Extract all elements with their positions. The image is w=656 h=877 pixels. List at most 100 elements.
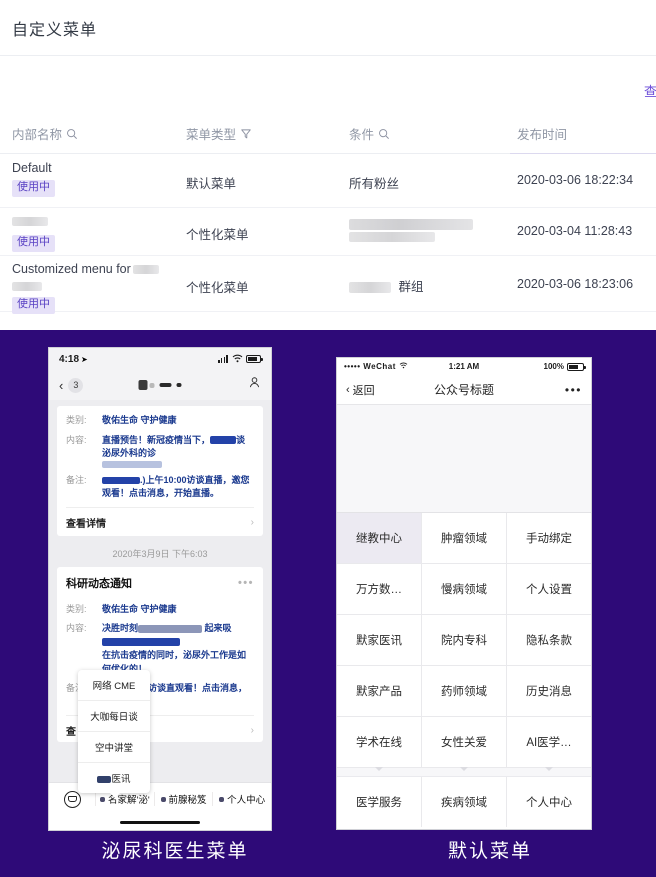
menu-cell[interactable]: 个人中心 [506,777,591,827]
menu-cell[interactable]: 医学服务 [337,777,421,827]
cell-condition [349,219,473,242]
filter-icon[interactable] [240,128,252,140]
message-card-1[interactable]: 类别: 敬佑生命 守护健康 内容: 直播预告！新冠疫情当下，谈泌尿外科的诊 备注… [57,406,263,536]
status-time: 4:18 [59,354,79,365]
chevron-right-icon: › [251,517,254,528]
tab-item-0[interactable]: 名家解'泌' [95,792,154,806]
cell-internal-name: Default 使用中 [12,161,55,197]
message-timestamp: 2020年3月9日 下午6:03 [49,547,271,560]
popup-item-3[interactable]: 医讯 [78,763,150,793]
menu-name: Default [12,161,55,175]
ellipsis-icon[interactable]: ••• [565,383,582,397]
article-content-area [337,405,591,512]
menu-cell[interactable]: 肿瘤领域 [421,513,506,563]
menu-cell[interactable]: 疾病领域 [421,777,506,827]
tab-label: 个人中心 [227,792,265,806]
column-label: 发布时间 [517,124,567,143]
back-button[interactable]: ‹ 3 [59,378,83,393]
caret-down-icon [506,768,591,776]
card-title: 科研动态通知 [66,575,132,591]
menu-grid-row: 默家产品 药师领域 历史消息 [337,666,591,717]
battery-percent: 100% [544,362,564,371]
column-header-menu-type[interactable]: 菜单类型 [186,124,252,143]
view-action-link[interactable]: 查 [644,81,656,100]
chevron-left-icon: ‹ [346,384,350,396]
menu-cell[interactable]: 女性关爱 [421,717,506,767]
person-icon[interactable] [248,376,261,394]
cell-condition: 所有粉丝 [349,173,399,192]
status-badge: 使用中 [12,297,55,314]
caret-down-icon [337,768,422,776]
table-row[interactable]: Customized menu for 使用中 个性化菜单 群组 2020-03… [0,256,656,312]
status-badge: 使用中 [12,235,55,252]
menu-cell[interactable]: AI医学… [506,717,591,767]
column-header-condition[interactable]: 条件 [349,124,390,143]
menu-cell[interactable]: 院内专科 [421,615,506,665]
tab-label: 前腺秘笈 [169,792,207,806]
cell-publish-time: 2020-03-06 18:23:06 [517,277,633,291]
card-title-row: 科研动态通知 ••• [66,575,254,591]
column-header-publish-time[interactable]: 发布时间 [517,124,567,143]
field-key: 类别: [66,603,102,617]
menu-cell[interactable]: 个人设置 [506,564,591,614]
table-row[interactable]: 使用中 个性化菜单 2020-03-04 11:28:43 [0,208,656,256]
menu-cell[interactable]: 隐私条款 [506,615,591,665]
message-field: 备注: .)上午10:00访谈直播，邀您观看！点击消息，开始直播。 [66,474,254,501]
popup-item-0[interactable]: 网络 CME [78,670,150,701]
view-detail-row[interactable]: 查看详情 › [66,507,254,530]
ellipsis-icon[interactable]: ••• [238,577,254,589]
table-row[interactable]: Default 使用中 默认菜单 所有粉丝 2020-03-06 18:22:3… [0,154,656,208]
menu-grid-row: 医学服务 疾病领域 个人中心 [337,777,591,827]
keyboard-toggle-button[interactable] [49,791,95,808]
wifi-icon [232,350,243,368]
carrier-label: ••••• WeChat [344,362,396,371]
menu-cell[interactable]: 历史消息 [506,666,591,716]
menu-cell[interactable]: 万方数… [337,564,421,614]
menu-grid-row: 万方数… 慢病领域 个人设置 [337,564,591,615]
popup-item-2[interactable]: 空中讲堂 [78,732,150,763]
home-indicator [120,821,200,824]
menu-table: 内部名称 菜单类型 条件 [0,118,656,312]
menu-caret-row [337,768,591,777]
field-key: 类别: [66,414,102,428]
battery-icon [246,355,261,363]
popup-item-1[interactable]: 大咖每日谈 [78,701,150,732]
menu-cell[interactable]: 学术在线 [337,717,421,767]
field-key: 内容: [66,434,102,468]
menu-cell[interactable]: 手动绑定 [506,513,591,563]
status-clock: 1:21 AM [449,362,479,371]
tab-item-1[interactable]: 前腺秘笈 [154,792,213,806]
tab-item-2[interactable]: 个人中心 [212,792,271,806]
menu-grid-row: 学术在线 女性关爱 AI医学… [337,717,591,768]
menu-grid-row: 继教中心 肿瘤领域 手动绑定 [337,513,591,564]
search-icon[interactable] [378,128,390,140]
cell-menu-type: 个性化菜单 [186,277,249,296]
column-label: 内部名称 [12,124,62,143]
page-title: 自定义菜单 [12,16,97,40]
column-header-internal-name[interactable]: 内部名称 [12,124,78,143]
cell-menu-type: 默认菜单 [186,173,236,192]
field-key: 备注: [66,474,102,501]
menu-cell[interactable]: 默家产品 [337,666,421,716]
cell-publish-time: 2020-03-04 11:28:43 [517,224,632,238]
condition-suffix: 群组 [398,280,423,294]
keyboard-icon [64,791,81,808]
menu-name-redacted [12,214,55,228]
location-arrow-icon: ➤ [81,355,88,364]
status-badge: 使用中 [12,180,55,197]
chevron-left-icon: ‹ [59,378,63,393]
nav-bar: ‹ 3 [49,370,271,400]
menu-grid-row: 默家医讯 院内专科 隐私条款 [337,615,591,666]
cell-internal-name: Customized menu for 使用中 [12,262,159,314]
menu-popup: 网络 CME 大咖每日谈 空中讲堂 医讯 [78,670,150,793]
back-button[interactable]: ‹ 返回 [346,382,375,398]
message-field: 类别: 敬佑生命 守护健康 [66,414,254,428]
search-icon[interactable] [66,128,78,140]
menu-cell[interactable]: 药师领域 [421,666,506,716]
message-field: 类别: 敬佑生命 守护健康 [66,603,254,617]
menu-cell[interactable]: 慢病领域 [421,564,506,614]
menu-cell[interactable]: 默家医讯 [337,615,421,665]
back-label: 返回 [353,382,375,398]
phone-screenshot-left: 4:18 ➤ ‹ 3 [48,347,272,831]
menu-cell[interactable]: 继教中心 [337,513,421,563]
